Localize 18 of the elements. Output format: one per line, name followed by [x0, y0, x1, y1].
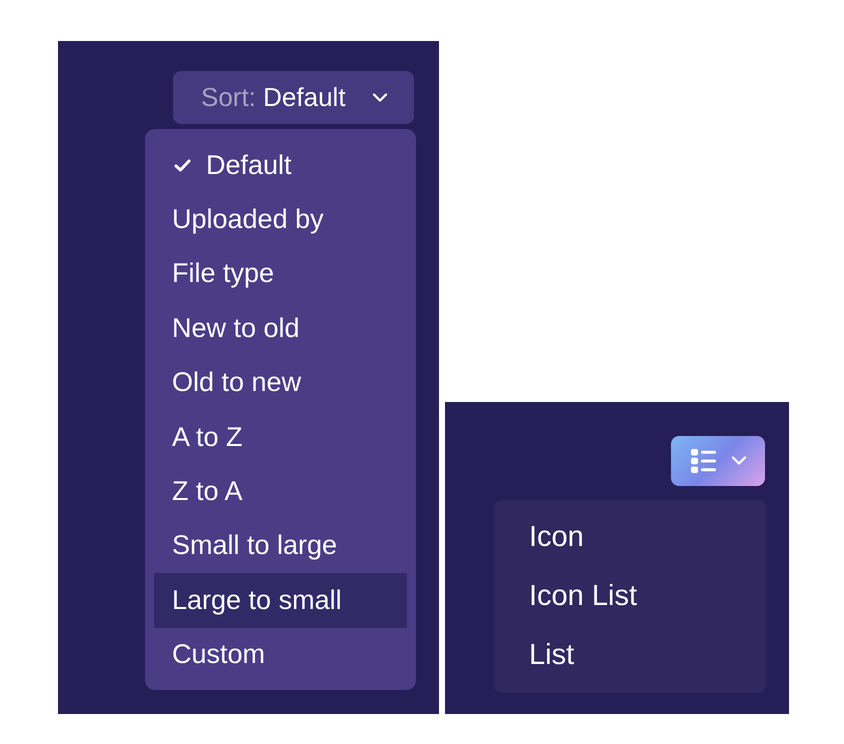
sort-option[interactable]: File type — [154, 246, 407, 302]
sort-option[interactable]: Z to A — [154, 464, 407, 519]
sort-option[interactable]: Large to small — [154, 573, 407, 628]
sort-option[interactable]: New to old — [154, 301, 407, 356]
list-icon — [691, 449, 716, 473]
view-mode-button[interactable] — [671, 436, 765, 486]
sort-option[interactable]: A to Z — [154, 410, 407, 464]
chevron-down-icon — [372, 92, 388, 102]
view-option[interactable]: Icon List — [494, 567, 766, 626]
chevron-down-icon — [731, 456, 747, 466]
sort-option[interactable]: Small to large — [154, 518, 407, 574]
sort-option[interactable]: Old to new — [154, 356, 407, 410]
view-option[interactable]: List — [494, 626, 766, 685]
sort-dropdown-button[interactable]: Sort: Default — [173, 71, 414, 124]
sort-option[interactable]: Default — [154, 138, 407, 192]
view-option[interactable]: Icon — [494, 508, 766, 567]
sort-option[interactable]: Uploaded by — [154, 192, 407, 247]
sort-option[interactable]: Custom — [154, 628, 407, 682]
